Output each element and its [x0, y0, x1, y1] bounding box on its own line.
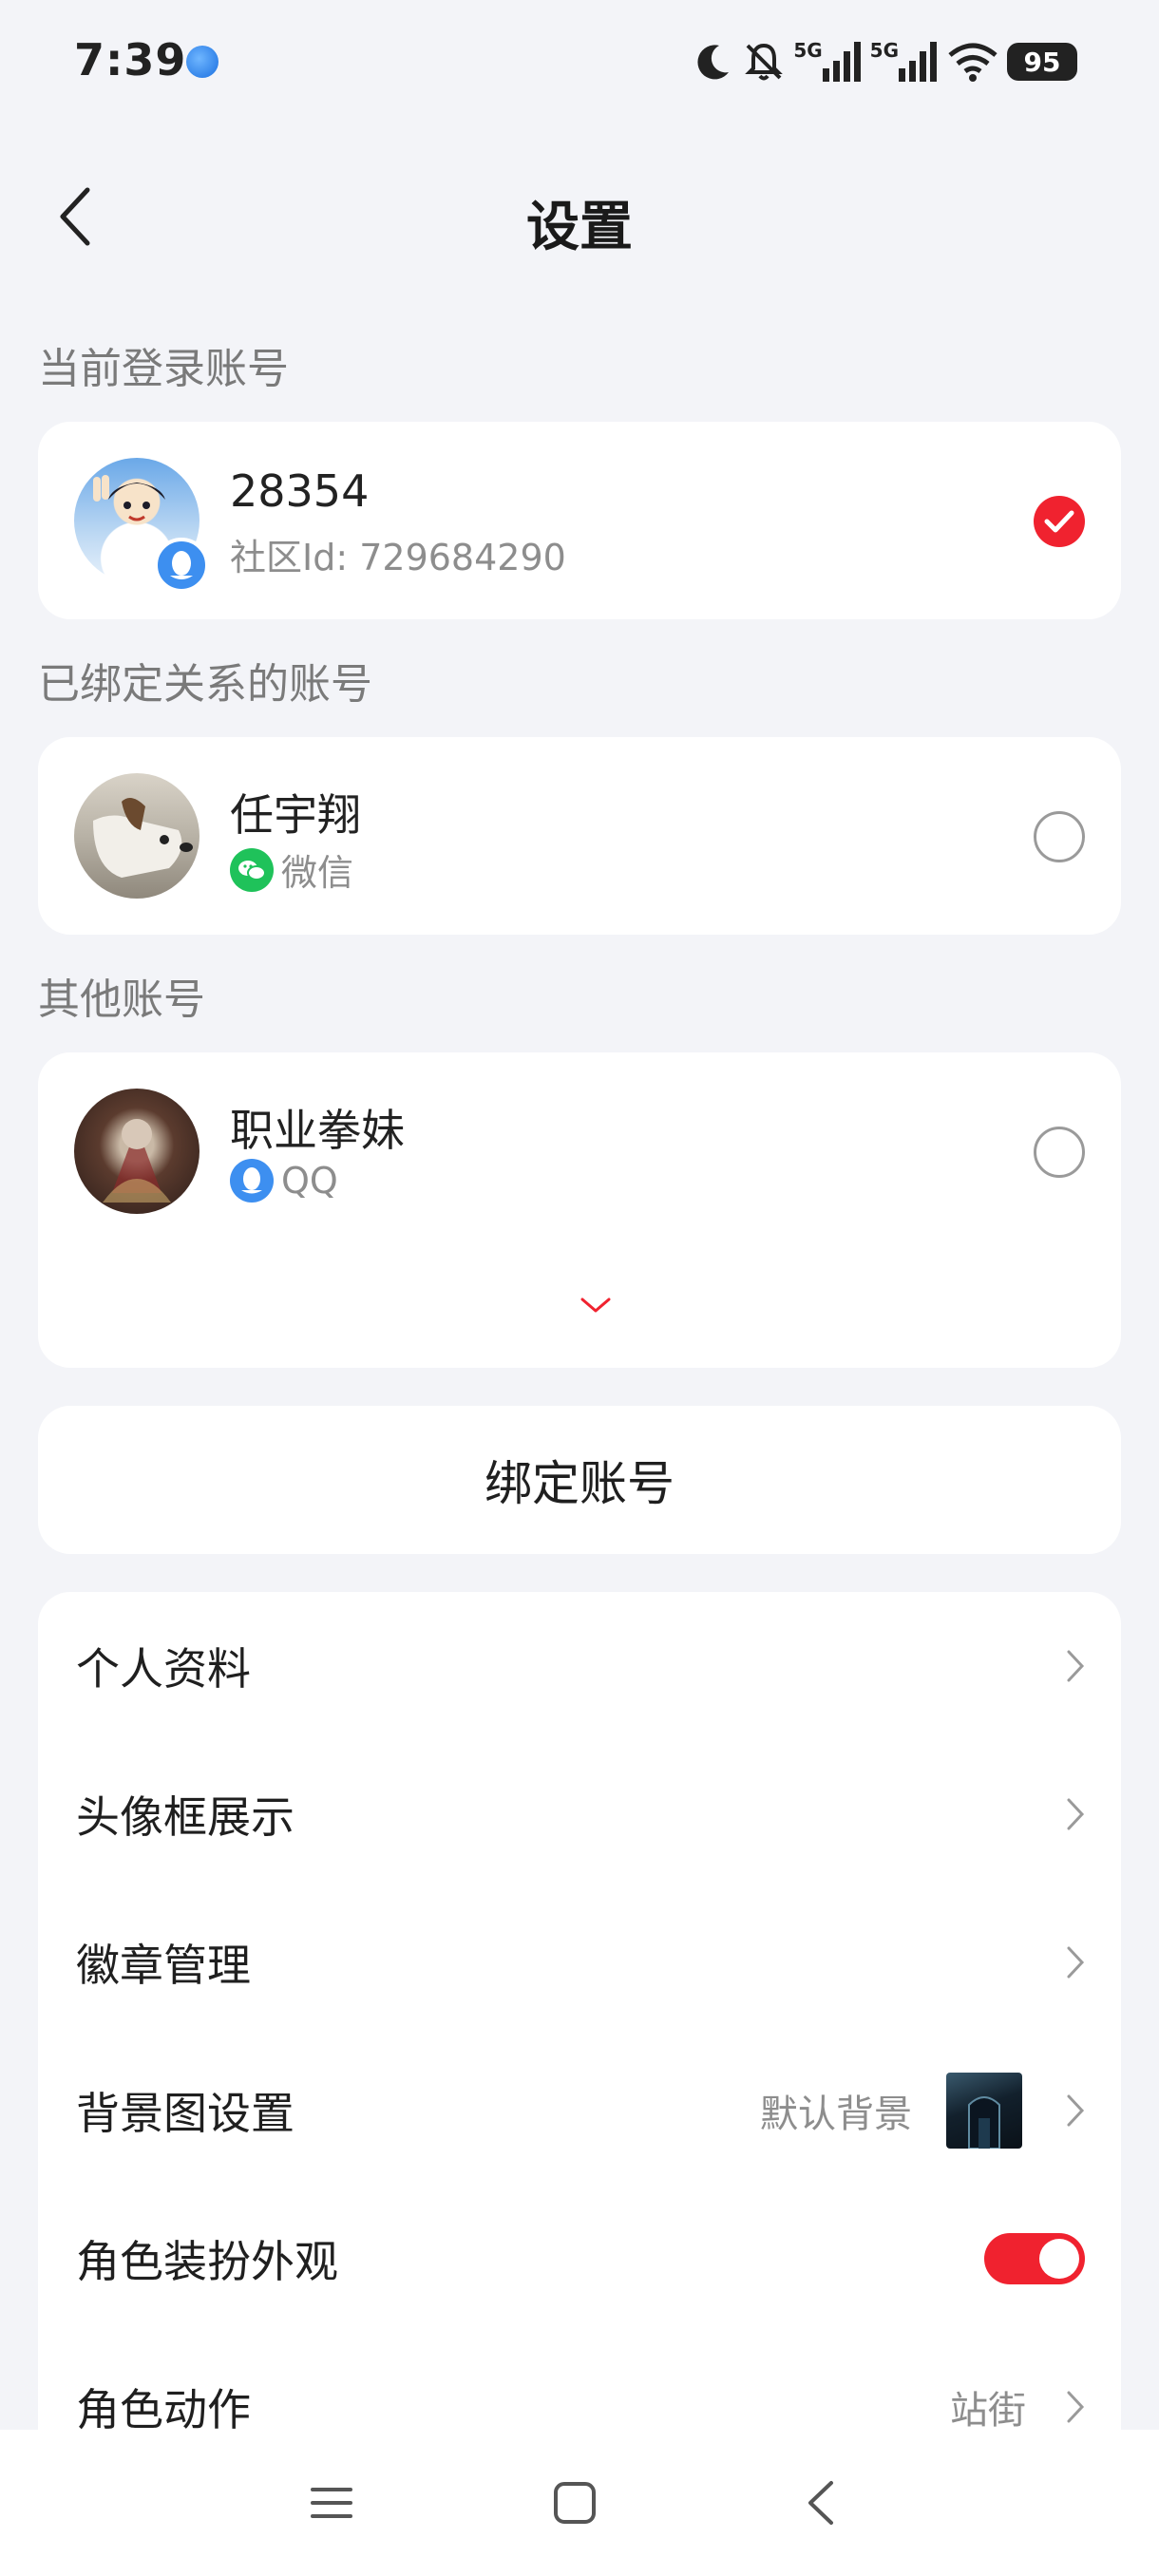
platform-label: QQ [281, 1160, 338, 1202]
menu-item-background[interactable]: 背景图设置 默认背景 [38, 2036, 1121, 2185]
status-time: 7:39 [74, 34, 187, 85]
account-community-id: 社区Id: 729684290 [230, 537, 566, 578]
header: 设置 [0, 161, 1159, 275]
back-arrow-icon [808, 2481, 833, 2525]
current-account-card[interactable]: 28354 社区Id: 729684290 [38, 422, 1121, 619]
bound-account-card[interactable]: 任宇翔 微信 [38, 737, 1121, 935]
battery-indicator: 95 [1007, 43, 1077, 81]
menu-lines-icon [311, 2488, 352, 2518]
character-illustration [103, 1119, 171, 1203]
chevron-right-icon [1067, 1946, 1085, 1979]
moon-icon [697, 45, 730, 80]
account-platform: 微信 [230, 843, 353, 896]
menu-label: 角色装扮外观 [76, 2236, 338, 2287]
appearance-toggle[interactable] [984, 2233, 1085, 2284]
settings-page: 7:39 5G 5G 95 设置 当前登录账号 28354 社区Id: 7296… [0, 0, 1159, 2576]
other-account-row[interactable]: 职业拳妹 QQ [38, 1052, 1121, 1250]
background-thumbnail [946, 2073, 1022, 2149]
menu-item-profile[interactable]: 个人资料 [38, 1592, 1121, 1740]
page-title: 设置 [526, 197, 633, 258]
qq-icon [230, 1159, 274, 1203]
home-square-icon [554, 2482, 596, 2524]
chevron-right-icon [1067, 1650, 1085, 1682]
menu-item-appearance[interactable]: 角色装扮外观 [38, 2185, 1121, 2333]
menu-label: 背景图设置 [76, 2088, 294, 2139]
dog-photo [93, 798, 193, 878]
menu-nav-button[interactable] [289, 2460, 374, 2546]
menu-value: 默认背景 [760, 2093, 912, 2136]
menu-label: 头像框展示 [76, 1791, 294, 1843]
wechat-icon [230, 847, 274, 892]
avatar [74, 1089, 200, 1214]
back-nav-button[interactable] [777, 2460, 863, 2546]
expand-more-button[interactable] [580, 1296, 612, 1318]
bind-account-button[interactable]: 绑定账号 [38, 1406, 1121, 1554]
system-nav-bar [0, 2430, 1159, 2576]
wifi-icon [948, 43, 998, 82]
account-name: 28354 [230, 465, 370, 517]
account-platform: QQ [230, 1159, 338, 1203]
network-label-1: 5G [793, 39, 823, 62]
section-label-bound: 已绑定关系的账号 [38, 660, 372, 709]
chevron-right-icon [1067, 2391, 1085, 2423]
toggle-knob [1039, 2239, 1079, 2279]
status-icons: 5G 5G 95 [691, 36, 1077, 87]
bound-account-row[interactable]: 任宇翔 微信 [38, 737, 1121, 935]
account-name: 任宇翔 [230, 789, 361, 841]
chevron-right-icon [1067, 1798, 1085, 1830]
section-label-current: 当前登录账号 [38, 345, 289, 393]
menu-value: 站街 [950, 2389, 1026, 2433]
signal-icon-1 [822, 42, 861, 82]
settings-menu-card: 个人资料 头像框展示 徽章管理 背景图设置 默认背景 角色装扮外观 角色动作 站… [38, 1592, 1121, 2447]
menu-label: 徽章管理 [76, 1940, 251, 1991]
signal-icon-2 [899, 42, 937, 82]
platform-label: 微信 [281, 852, 354, 894]
qq-badge-icon [154, 538, 209, 593]
selected-check-icon[interactable] [1034, 496, 1085, 547]
other-account-card: 职业拳妹 QQ [38, 1052, 1121, 1368]
account-name: 职业拳妹 [230, 1105, 405, 1156]
current-account-row[interactable]: 28354 社区Id: 729684290 [38, 422, 1121, 619]
chevron-right-icon [1067, 2094, 1085, 2127]
avatar [74, 773, 200, 899]
menu-label: 个人资料 [76, 1643, 251, 1695]
mute-bell-icon [745, 43, 784, 81]
menu-item-avatar-frame[interactable]: 头像框展示 [38, 1740, 1121, 1888]
radio-unselected[interactable] [1034, 811, 1085, 862]
network-label-2: 5G [869, 39, 899, 62]
chevron-down-icon [580, 1297, 611, 1313]
radio-unselected[interactable] [1034, 1127, 1085, 1178]
section-label-other: 其他账号 [38, 975, 205, 1024]
home-nav-button[interactable] [532, 2460, 618, 2546]
status-bar: 7:39 5G 5G 95 [0, 0, 1159, 123]
menu-item-badge[interactable]: 徽章管理 [38, 1888, 1121, 2036]
app-notification-icon [186, 46, 218, 78]
